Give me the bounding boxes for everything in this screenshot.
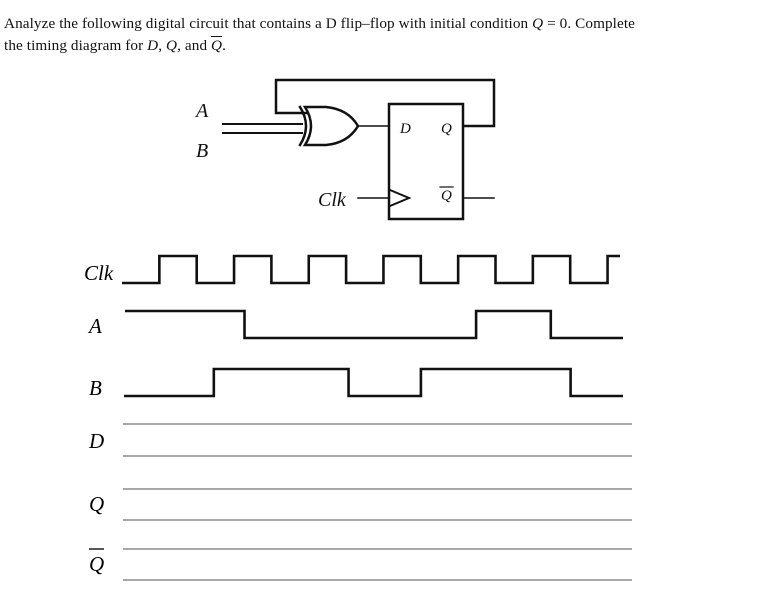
ff-q-label: Q <box>441 121 452 137</box>
input-a-label: A <box>194 100 209 122</box>
waveforms <box>122 254 623 398</box>
waveform-clk <box>122 254 620 285</box>
waveform-a <box>125 309 623 340</box>
ff-qbar-label: Q <box>441 188 452 204</box>
ff-d-label: D <box>399 121 411 137</box>
timing-label-clk: Clk <box>84 261 114 285</box>
xor-gate <box>302 105 360 147</box>
circuit: A B D Q Q Clk <box>194 78 496 221</box>
waveform-b <box>124 367 623 398</box>
timing-label-qbar: Q <box>89 552 104 576</box>
clk-input-label: Clk <box>318 189 347 211</box>
timing-label-q: Q <box>89 492 104 516</box>
diagram-canvas: A B D Q Q Clk Clk A B D Q Q <box>84 78 632 581</box>
timing-label-d: D <box>88 429 104 453</box>
input-b-label: B <box>196 140 208 162</box>
timing-label-b: B <box>89 376 102 400</box>
answer-lanes <box>123 423 632 581</box>
timing-labels: Clk A B D Q Q <box>84 261 114 576</box>
timing-label-a: A <box>87 314 102 338</box>
